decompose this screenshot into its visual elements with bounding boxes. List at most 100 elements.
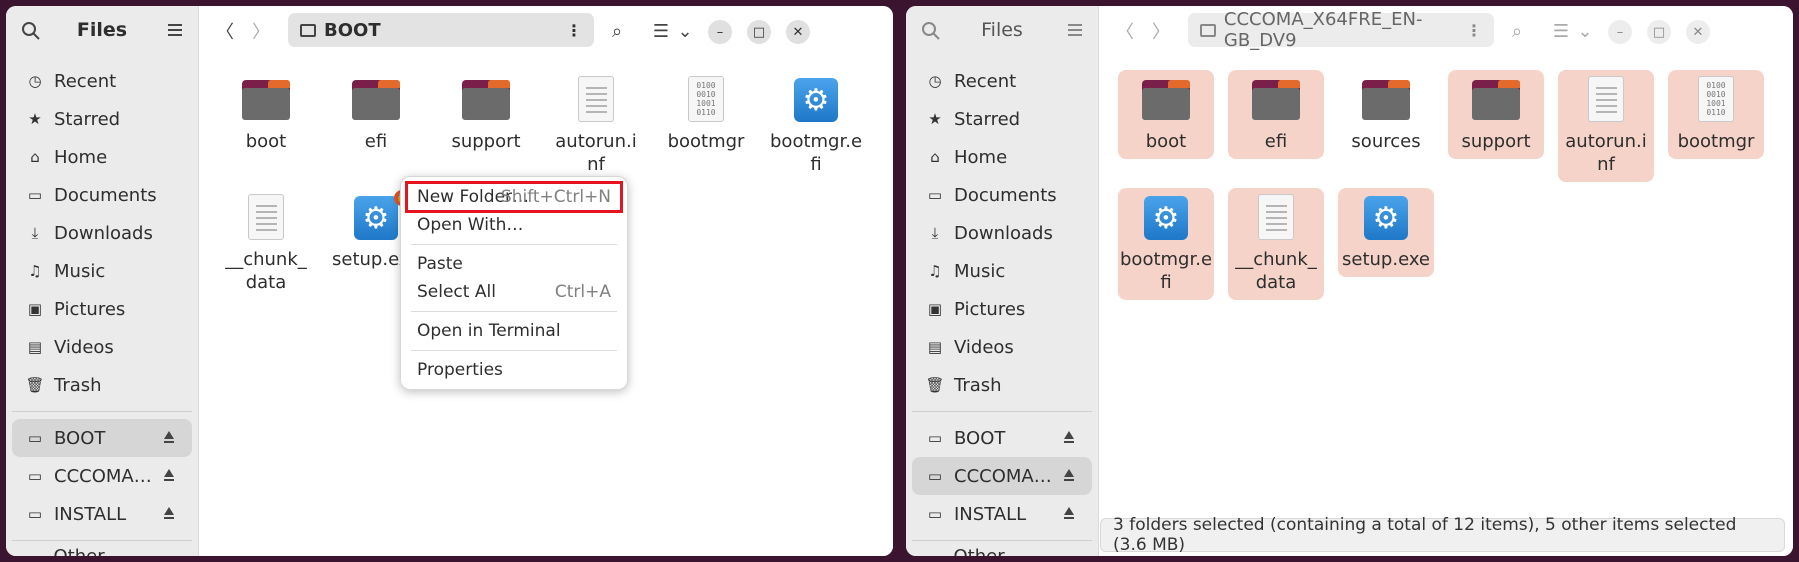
hamburger-menu-icon[interactable] [166, 21, 184, 39]
sidebar-item-music[interactable]: ♫ Music [12, 252, 192, 290]
sidebar-item-videos[interactable]: ▤ Videos [12, 328, 192, 366]
file-item-chunk-data[interactable]: __chunk_data [218, 188, 314, 300]
header-bar: 〈 〉 CCCOMA_X64FRE_EN-GB_DV9 ⋮ ⌕ ☰ ⌄ – □ … [1100, 6, 1793, 54]
forward-button[interactable]: 〉 [246, 16, 276, 46]
file-label: sources [1351, 131, 1421, 152]
chevron-right-icon: 〉 [252, 22, 270, 43]
sidebar-drive-cccoma[interactable]: ▭ CCCOMA… [12, 457, 192, 495]
sidebar-item-trash[interactable]: 🗑 Trash [12, 366, 192, 404]
sidebar-item-starred[interactable]: ★ Starred [12, 100, 192, 138]
kebab-menu-icon[interactable]: ⋮ [1466, 21, 1482, 40]
file-item-sources[interactable]: sources [1338, 70, 1434, 159]
eject-icon[interactable] [164, 431, 174, 443]
menu-item-properties[interactable]: Properties [407, 356, 621, 384]
back-button[interactable]: 〈 [210, 16, 240, 46]
menu-item-open-terminal[interactable]: Open in Terminal [407, 317, 621, 345]
menu-item-open-with[interactable]: Open With… [407, 211, 621, 239]
file-item-efi[interactable]: efi [1228, 70, 1324, 159]
maximize-button[interactable]: □ [1647, 20, 1671, 44]
file-item-boot[interactable]: boot [218, 70, 314, 159]
sidebar-item-label: Trash [954, 374, 1002, 396]
file-label: bootmgr.efi [770, 131, 863, 175]
drive-icon [1200, 23, 1216, 37]
binary-file-icon: 0100 0010 1001 0110 [682, 76, 730, 124]
menu-item-paste[interactable]: Paste [407, 250, 621, 278]
file-grid[interactable]: boot efi sources support autorun.inf 010… [1100, 54, 1793, 556]
search-folder-button[interactable]: ⌕ [602, 16, 632, 46]
sidebar-item-label: BOOT [54, 427, 106, 449]
sidebar-item-label: Downloads [954, 222, 1053, 244]
sidebar-item-pictures[interactable]: ▣ Pictures [12, 290, 192, 328]
sidebar-item-downloads[interactable]: ⤓ Downloads [912, 214, 1092, 252]
sidebar-item-downloads[interactable]: ⤓ Downloads [12, 214, 192, 252]
back-button[interactable]: 〈 [1110, 16, 1140, 46]
sidebar-drive-cccoma[interactable]: ▭ CCCOMA… [912, 457, 1092, 495]
file-item-bootmgr[interactable]: 0100 0010 1001 0110 bootmgr [658, 70, 754, 159]
close-button[interactable]: ✕ [786, 20, 810, 44]
hamburger-menu-icon[interactable] [1066, 21, 1084, 39]
sidebar-drive-install[interactable]: ▭ INSTALL [912, 495, 1092, 533]
document-icon [572, 76, 620, 124]
sidebar-item-home[interactable]: ⌂ Home [912, 138, 1092, 176]
eject-icon[interactable] [1064, 469, 1074, 481]
sidebar-drive-install[interactable]: ▭ INSTALL [12, 495, 192, 533]
file-item-chunk-data[interactable]: __chunk_data [1228, 188, 1324, 300]
context-menu: New Folder… Shift+Ctrl+N Open With… Past… [400, 176, 628, 390]
chevron-left-icon: 〈 [216, 22, 234, 43]
sidebar-item-recent[interactable]: ◷ Recent [12, 62, 192, 100]
main-pane: 〈 〉 CCCOMA_X64FRE_EN-GB_DV9 ⋮ ⌕ ☰ ⌄ – □ … [1100, 6, 1793, 556]
path-bar[interactable]: BOOT ⋮ [288, 13, 594, 47]
sidebar-item-videos[interactable]: ▤ Videos [912, 328, 1092, 366]
drive-icon: ▭ [927, 429, 943, 447]
eject-icon[interactable] [1064, 507, 1074, 519]
file-item-bootmgr-efi[interactable]: ⚙ bootmgr.efi [768, 70, 864, 182]
sidebar-item-documents[interactable]: ▭ Documents [12, 176, 192, 214]
file-item-bootmgr[interactable]: 0100 0010 1001 0110 bootmgr [1668, 70, 1764, 159]
folder-icon [242, 76, 290, 124]
file-item-support[interactable]: support [438, 70, 534, 159]
eject-icon[interactable] [164, 507, 174, 519]
maximize-button[interactable]: □ [747, 20, 771, 44]
menu-item-new-folder[interactable]: New Folder… Shift+Ctrl+N [405, 181, 623, 213]
eject-icon[interactable] [1064, 431, 1074, 443]
sidebar-item-pictures[interactable]: ▣ Pictures [912, 290, 1092, 328]
binary-file-icon: 0100 0010 1001 0110 [1692, 76, 1740, 124]
clock-icon: ◷ [928, 72, 942, 90]
file-item-support[interactable]: support [1448, 70, 1544, 159]
menu-separator [411, 244, 617, 245]
forward-button[interactable]: 〉 [1146, 16, 1176, 46]
close-button[interactable]: ✕ [1686, 20, 1710, 44]
eject-icon[interactable] [164, 469, 174, 481]
sidebar-item-label: Pictures [954, 298, 1026, 320]
sidebar-drive-boot[interactable]: ▭ BOOT [912, 419, 1092, 457]
file-item-autorun[interactable]: autorun.inf [548, 70, 644, 182]
kebab-menu-icon[interactable]: ⋮ [566, 21, 582, 40]
file-item-boot[interactable]: boot [1118, 70, 1214, 159]
sidebar-item-home[interactable]: ⌂ Home [12, 138, 192, 176]
sidebar-item-other-locations[interactable]: +Other Locations [912, 546, 1092, 556]
file-item-setup-exe[interactable]: ⚙ setup.exe [1338, 188, 1434, 277]
file-item-autorun[interactable]: autorun.inf [1558, 70, 1654, 182]
menu-item-label: Open in Terminal [417, 321, 561, 341]
sidebar-item-recent[interactable]: ◷ Recent [912, 62, 1092, 100]
file-label: support [1461, 131, 1531, 152]
minimize-button[interactable]: – [1608, 20, 1632, 44]
sidebar-item-starred[interactable]: ★ Starred [912, 100, 1092, 138]
star-icon: ★ [28, 110, 42, 128]
sidebar-drive-boot[interactable]: ▭ BOOT [12, 419, 192, 457]
file-item-efi[interactable]: efi [328, 70, 424, 159]
minimize-icon: – [1616, 24, 1624, 40]
sidebar-item-trash[interactable]: 🗑 Trash [912, 366, 1092, 404]
sidebar-item-documents[interactable]: ▭ Documents [912, 176, 1092, 214]
menu-item-select-all[interactable]: Select All Ctrl+A [407, 278, 621, 306]
minimize-button[interactable]: – [708, 20, 732, 44]
file-item-bootmgr-efi[interactable]: ⚙ bootmgr.efi [1118, 188, 1214, 300]
view-options-button[interactable]: ⌄ [1570, 16, 1600, 46]
view-options-button[interactable]: ⌄ [670, 16, 700, 46]
menu-accelerator: Ctrl+A [554, 282, 611, 302]
path-bar[interactable]: CCCOMA_X64FRE_EN-GB_DV9 ⋮ [1188, 9, 1494, 51]
sidebar-item-other-locations[interactable]: +Other Locations [12, 546, 192, 556]
search-folder-button[interactable]: ⌕ [1502, 16, 1532, 46]
sidebar-item-music[interactable]: ♫ Music [912, 252, 1092, 290]
camera-search-icon: ⌕ [611, 20, 623, 42]
